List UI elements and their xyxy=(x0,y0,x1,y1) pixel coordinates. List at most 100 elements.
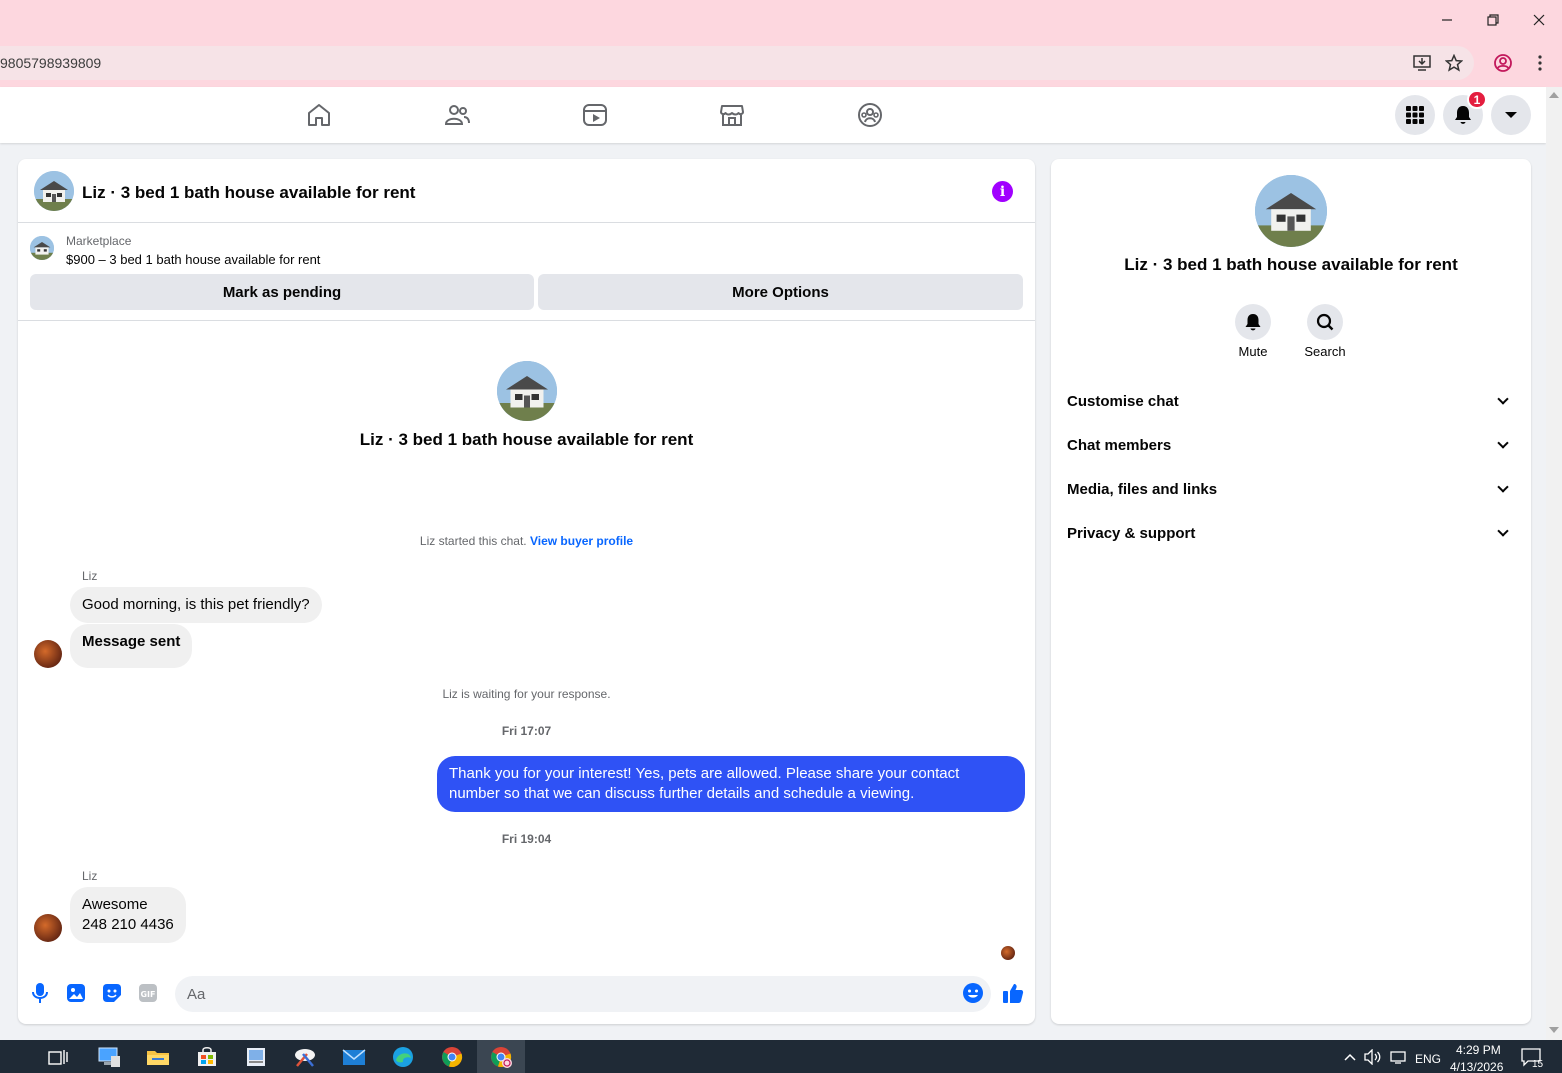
home-icon[interactable] xyxy=(305,101,333,129)
privacy-support-row[interactable]: Privacy & support xyxy=(1067,513,1515,553)
address-bar[interactable]: 9805798939809 xyxy=(0,46,1474,80)
mute-label: Mute xyxy=(1238,344,1268,359)
chat-members-row[interactable]: Chat members xyxy=(1067,425,1515,465)
caret-down-icon xyxy=(1505,112,1517,118)
photo-icon[interactable] xyxy=(64,981,88,1005)
seen-receipt-avatar xyxy=(1001,946,1015,960)
conversation-intro-title: Liz · 3 bed 1 bath house available for r… xyxy=(359,430,694,449)
conversation-avatar xyxy=(497,361,557,421)
incoming-message[interactable]: Good morning, is this pet friendly? xyxy=(70,587,322,623)
more-options-button[interactable]: More Options xyxy=(538,274,1023,310)
computer-app-icon[interactable] xyxy=(96,1044,122,1070)
timestamp: Fri 19:04 xyxy=(501,832,552,846)
menu-grid-button[interactable] xyxy=(1395,95,1435,135)
message-line: 248 210 4436 xyxy=(82,916,174,933)
message-sender: Liz xyxy=(82,569,98,583)
search-circle[interactable] xyxy=(1307,304,1343,340)
message-line: Awesome xyxy=(82,896,148,913)
chat-info-icon[interactable]: i xyxy=(992,181,1013,202)
clock-time[interactable]: 4:29 PM xyxy=(1456,1043,1501,1057)
edge-browser-icon[interactable] xyxy=(390,1044,416,1070)
chat-started-text: Liz started this chat. xyxy=(419,534,527,548)
chevron-down-icon xyxy=(1497,481,1509,493)
browser-toolbar: 9805798939809 xyxy=(0,40,1562,87)
conversation-info-panel: Liz · 3 bed 1 bath house available for r… xyxy=(1051,159,1531,1024)
volume-icon[interactable] xyxy=(1360,1044,1386,1070)
waiting-notice: Liz is waiting for your response. xyxy=(442,687,611,701)
marketplace-label: Marketplace xyxy=(66,234,132,248)
network-icon[interactable] xyxy=(1385,1044,1411,1070)
message-sent-notice[interactable]: Message sent xyxy=(70,624,193,668)
close-icon xyxy=(1533,14,1545,26)
scroll-down-arrow[interactable] xyxy=(1549,1027,1559,1033)
mute-button[interactable]: Mute xyxy=(1223,304,1283,359)
listing-title-link[interactable]: $900 – 3 bed 1 bath house available for … xyxy=(66,252,320,267)
search-button[interactable]: Search xyxy=(1295,304,1355,359)
install-app-icon[interactable] xyxy=(1411,52,1433,74)
store-icon[interactable] xyxy=(194,1044,220,1070)
video-icon[interactable] xyxy=(581,101,609,129)
gif-icon[interactable]: GIF xyxy=(136,981,160,1005)
message-sender: Liz xyxy=(82,869,98,883)
sticker-icon[interactable] xyxy=(100,981,124,1005)
chrome-profile-icon[interactable] xyxy=(488,1044,514,1070)
window-title-bar xyxy=(0,0,1562,40)
url-text[interactable]: 9805798939809 xyxy=(0,55,101,71)
mail-icon[interactable] xyxy=(341,1044,367,1070)
language-indicator[interactable]: ENG xyxy=(1415,1052,1441,1066)
bell-icon xyxy=(1455,106,1471,124)
listing-avatar[interactable] xyxy=(34,171,74,211)
snipping-tool-icon[interactable] xyxy=(292,1044,318,1070)
microphone-icon[interactable] xyxy=(28,981,52,1005)
photos-app-icon[interactable] xyxy=(243,1044,269,1070)
chat-panel: Liz · 3 bed 1 bath house available for r… xyxy=(18,159,1035,1024)
message-composer: GIF xyxy=(18,969,1035,1023)
friends-icon[interactable] xyxy=(443,101,471,129)
chevron-down-icon xyxy=(1497,393,1509,405)
clock-date[interactable]: 4/13/2026 xyxy=(1450,1060,1503,1073)
groups-icon[interactable] xyxy=(856,101,884,129)
search-icon xyxy=(1316,313,1334,331)
scroll-up-arrow[interactable] xyxy=(1549,92,1559,98)
customise-chat-row[interactable]: Customise chat xyxy=(1067,381,1515,421)
file-explorer-icon[interactable] xyxy=(145,1044,171,1070)
media-files-links-row[interactable]: Media, files and links xyxy=(1067,469,1515,509)
liz-avatar[interactable] xyxy=(34,640,62,668)
svg-text:GIF: GIF xyxy=(140,990,155,999)
restore-button[interactable] xyxy=(1470,0,1516,40)
liz-avatar[interactable] xyxy=(34,914,62,942)
outgoing-message[interactable]: Thank you for your interest! Yes, pets a… xyxy=(437,756,1025,812)
thumbs-up-icon[interactable] xyxy=(1001,981,1025,1005)
chat-header: Liz · 3 bed 1 bath house available for r… xyxy=(18,159,1035,223)
row-label: Privacy & support xyxy=(1067,524,1196,542)
task-view-icon[interactable] xyxy=(45,1044,71,1070)
row-label: Chat members xyxy=(1067,436,1172,454)
emoji-icon[interactable] xyxy=(961,981,985,1005)
minimize-icon xyxy=(1442,19,1452,21)
profile-icon[interactable] xyxy=(1492,52,1514,74)
info-panel-title: Liz · 3 bed 1 bath house available for r… xyxy=(1124,255,1458,274)
info-panel-avatar[interactable] xyxy=(1255,175,1327,247)
incoming-message[interactable]: Awesome 248 210 4436 xyxy=(70,887,186,943)
page-scrollbar[interactable] xyxy=(1546,87,1562,1040)
account-menu-button[interactable] xyxy=(1491,95,1531,135)
message-input[interactable] xyxy=(175,976,991,1012)
marketplace-listing-bar: Marketplace $900 – 3 bed 1 bath house av… xyxy=(18,224,1035,321)
browser-menu-icon[interactable] xyxy=(1529,52,1551,74)
mark-as-pending-button[interactable]: Mark as pending xyxy=(30,274,534,310)
timestamp: Fri 17:07 xyxy=(501,724,552,738)
listing-thumbnail[interactable] xyxy=(30,236,54,260)
marketplace-icon[interactable] xyxy=(718,101,746,129)
row-label: Media, files and links xyxy=(1067,480,1218,498)
grid-icon xyxy=(1406,106,1424,124)
notification-count: 15 xyxy=(1532,1059,1544,1070)
bookmark-star-icon[interactable] xyxy=(1443,52,1465,74)
restore-icon xyxy=(1487,14,1499,26)
minimize-button[interactable] xyxy=(1424,0,1470,40)
close-window-button[interactable] xyxy=(1516,0,1562,40)
view-buyer-profile-link[interactable]: View buyer profile xyxy=(530,534,633,548)
chrome-icon[interactable] xyxy=(439,1044,465,1070)
chevron-down-icon xyxy=(1497,525,1509,537)
mute-circle[interactable] xyxy=(1235,304,1271,340)
chat-started-notice: Liz started this chat. View buyer profil… xyxy=(18,534,1035,548)
